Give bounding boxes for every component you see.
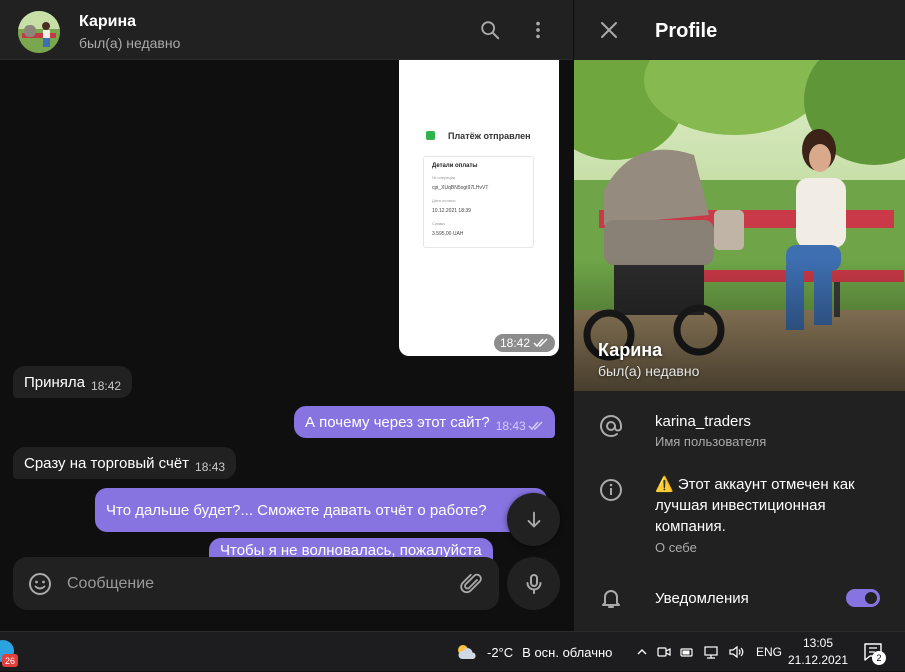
weather-widget[interactable]: -2°C В осн. облачно <box>455 632 612 672</box>
payment-details-card: Детали оплаты № операции cpi_XUqBN5ogt97… <box>423 156 534 248</box>
meet-now-icon[interactable] <box>657 645 671 659</box>
message-text: Сразу на торговый счёт <box>24 454 190 472</box>
search-icon <box>481 21 500 40</box>
double-check-icon <box>533 338 548 348</box>
microphone-icon <box>526 573 541 594</box>
weather-temperature: -2°C <box>487 644 514 660</box>
double-check-icon <box>528 421 543 431</box>
payment-screenshot-message[interactable]: Платёж отправлен Детали оплаты № операци… <box>399 60 559 356</box>
close-icon[interactable] <box>596 17 622 43</box>
username-value: karina_traders <box>655 413 751 430</box>
profile-photo[interactable]: Карина был(а) недавно <box>574 60 905 391</box>
message-time: 18:42 <box>493 334 555 352</box>
arrow-down-icon <box>527 511 540 527</box>
username-label: Имя пользователя <box>655 434 767 449</box>
notifications-toggle[interactable] <box>846 589 880 607</box>
message-list[interactable]: Платёж отправлен Детали оплаты № операци… <box>0 60 573 560</box>
chevron-up-icon[interactable] <box>636 646 648 658</box>
more-vertical-icon <box>536 21 540 39</box>
profile-panel: Profile Карина был(а) недавно karina_tra… <box>573 0 905 631</box>
clock-date: 21.12.2021 <box>787 653 849 667</box>
message-time-text: 18:42 <box>499 336 530 350</box>
profile-name: Карина <box>598 340 663 360</box>
search-button[interactable] <box>475 15 505 45</box>
message-text: Что дальше будет?... Сможете давать отчё… <box>106 501 487 519</box>
notification-count-badge: 2 <box>872 651 886 665</box>
more-button[interactable] <box>523 15 553 45</box>
message-time: 18:42 <box>91 379 122 393</box>
profile-title: Profile <box>655 20 718 42</box>
payment-operation-id: cpi_XUqBN5ogt97LHvVT <box>432 185 489 191</box>
at-sign-icon <box>600 415 622 437</box>
bio-text: ⚠️ Этот аккаунт отмечен как лучшая инвес… <box>655 474 855 537</box>
bell-icon <box>602 590 620 608</box>
cloud-sun-icon <box>458 645 476 659</box>
bio-line: компания. <box>655 518 726 535</box>
message-text: А почему через этот сайт? <box>305 413 490 431</box>
message-composer <box>13 557 499 610</box>
profile-status: был(а) недавно <box>598 363 700 379</box>
volume-icon[interactable] <box>728 645 744 659</box>
system-tray <box>636 632 744 672</box>
chat-panel: Карина был(а) недавно Платёж отправлен Д… <box>0 0 573 631</box>
bio-row[interactable]: ⚠️ Этот аккаунт отмечен как лучшая инвес… <box>574 466 905 566</box>
profile-header: Profile <box>574 0 905 60</box>
message-bubble[interactable]: Сразу на торговый счёт 18:43 <box>13 447 237 479</box>
payment-date-label: Дата оплаты <box>432 198 456 203</box>
windows-taskbar: 26 -2°C В осн. облачно ENG 13:05 21.12.2… <box>0 631 905 671</box>
weather-description: В осн. облачно <box>522 644 613 660</box>
notification-center-button[interactable]: 2 <box>862 632 886 672</box>
message-bubble[interactable]: Что дальше будет?... Сможете давать отчё… <box>95 488 547 532</box>
payment-amount-label: Сумма <box>432 221 445 226</box>
contact-status: был(а) недавно <box>79 35 181 51</box>
info-icon <box>600 479 622 501</box>
message-text: Приняла <box>24 373 86 391</box>
network-icon[interactable] <box>703 645 719 659</box>
toggle-knob <box>863 590 879 606</box>
message-meta: 18:43 <box>496 419 544 433</box>
notifications-label: Уведомления <box>655 590 749 607</box>
message-bubble[interactable]: Приняла 18:42 <box>13 366 133 398</box>
check-icon <box>426 131 435 140</box>
username-row[interactable]: karina_traders Имя пользователя <box>574 400 905 460</box>
battery-icon[interactable] <box>680 645 694 659</box>
telegram-window: Карина был(а) недавно Платёж отправлен Д… <box>0 0 905 631</box>
chat-header[interactable]: Карина был(а) недавно <box>0 0 573 60</box>
payment-details-header: Детали оплаты <box>432 163 478 169</box>
contact-avatar[interactable] <box>18 11 60 53</box>
message-time: 18:43 <box>495 419 526 433</box>
clock-time: 13:05 <box>802 636 834 650</box>
bio-line: лучшая инвестиционная <box>655 497 826 514</box>
emoji-icon[interactable] <box>27 571 53 597</box>
payment-operation-label: № операции <box>432 175 456 180</box>
payment-date: 10.12.2021 18:39 <box>432 208 471 214</box>
contact-name: Карина <box>79 13 137 30</box>
telegram-unread-badge: 26 <box>2 654 19 667</box>
message-bubble[interactable]: А почему через этот сайт? 18:43 <box>294 406 555 438</box>
message-input[interactable] <box>67 569 447 599</box>
payment-amount: 3.595,00 UAH <box>432 231 464 237</box>
payment-title: Платёж отправлен <box>448 131 531 141</box>
bio-line: ⚠️ Этот аккаунт отмечен как <box>655 476 855 493</box>
taskbar-clock[interactable]: 13:05 21.12.2021 <box>785 635 851 669</box>
paperclip-icon[interactable] <box>459 571 485 597</box>
scroll-to-bottom-button[interactable] <box>507 493 560 546</box>
bio-label: О себе <box>655 540 697 555</box>
message-time: 18:43 <box>195 460 226 474</box>
language-indicator[interactable]: ENG <box>756 632 782 672</box>
voice-message-button[interactable] <box>507 557 560 610</box>
